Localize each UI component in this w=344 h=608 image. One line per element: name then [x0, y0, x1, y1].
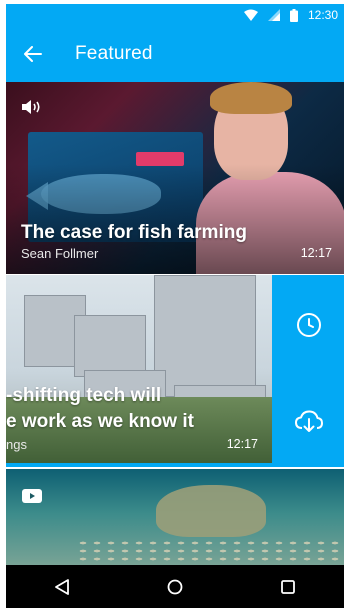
video-title-line1: -shifting tech will [6, 385, 162, 406]
home-circle-icon [167, 579, 183, 594]
nav-back-button[interactable] [42, 572, 82, 602]
recents-square-icon [280, 579, 295, 594]
watch-later-button[interactable] [295, 311, 323, 339]
video-thumbnail [6, 469, 344, 569]
arrow-back-icon [24, 46, 42, 62]
video-speaker: ngs [6, 437, 27, 452]
card-actions-panel [272, 275, 344, 467]
back-triangle-icon [55, 578, 70, 595]
back-button[interactable] [18, 39, 48, 69]
status-time: 12:30 [307, 8, 338, 22]
video-duration: 12:17 [300, 246, 332, 260]
system-nav-bar [6, 565, 344, 608]
video-title-line2: e work as we know it [6, 411, 194, 432]
download-button[interactable] [295, 408, 323, 436]
clock-icon [297, 313, 321, 337]
app-bar: Featured [6, 26, 344, 82]
video-duration: 12:17 [226, 437, 258, 451]
nav-home-button[interactable] [155, 572, 195, 602]
battery-icon [289, 8, 298, 22]
app-screen: 12:30 Featured The case for fish farming… [6, 4, 344, 608]
video-card-shifting-tech[interactable]: -shifting tech will e work as we know it… [6, 275, 344, 467]
video-title: The case for fish farming [21, 222, 247, 243]
signal-icon [267, 9, 280, 21]
wifi-icon [243, 9, 258, 21]
nav-recents-button[interactable] [268, 572, 308, 602]
video-speaker: Sean Follmer [21, 246, 99, 261]
video-card-underwater[interactable] [6, 469, 344, 569]
volume-icon [22, 100, 40, 114]
cloud-download-icon [295, 410, 323, 432]
swipe-progress-bar [6, 463, 272, 467]
video-card-fish-farming[interactable]: The case for fish farming Sean Follmer 1… [6, 82, 344, 274]
youtube-icon [22, 489, 42, 503]
page-title: Featured [75, 43, 153, 64]
status-bar: 12:30 [6, 4, 344, 26]
